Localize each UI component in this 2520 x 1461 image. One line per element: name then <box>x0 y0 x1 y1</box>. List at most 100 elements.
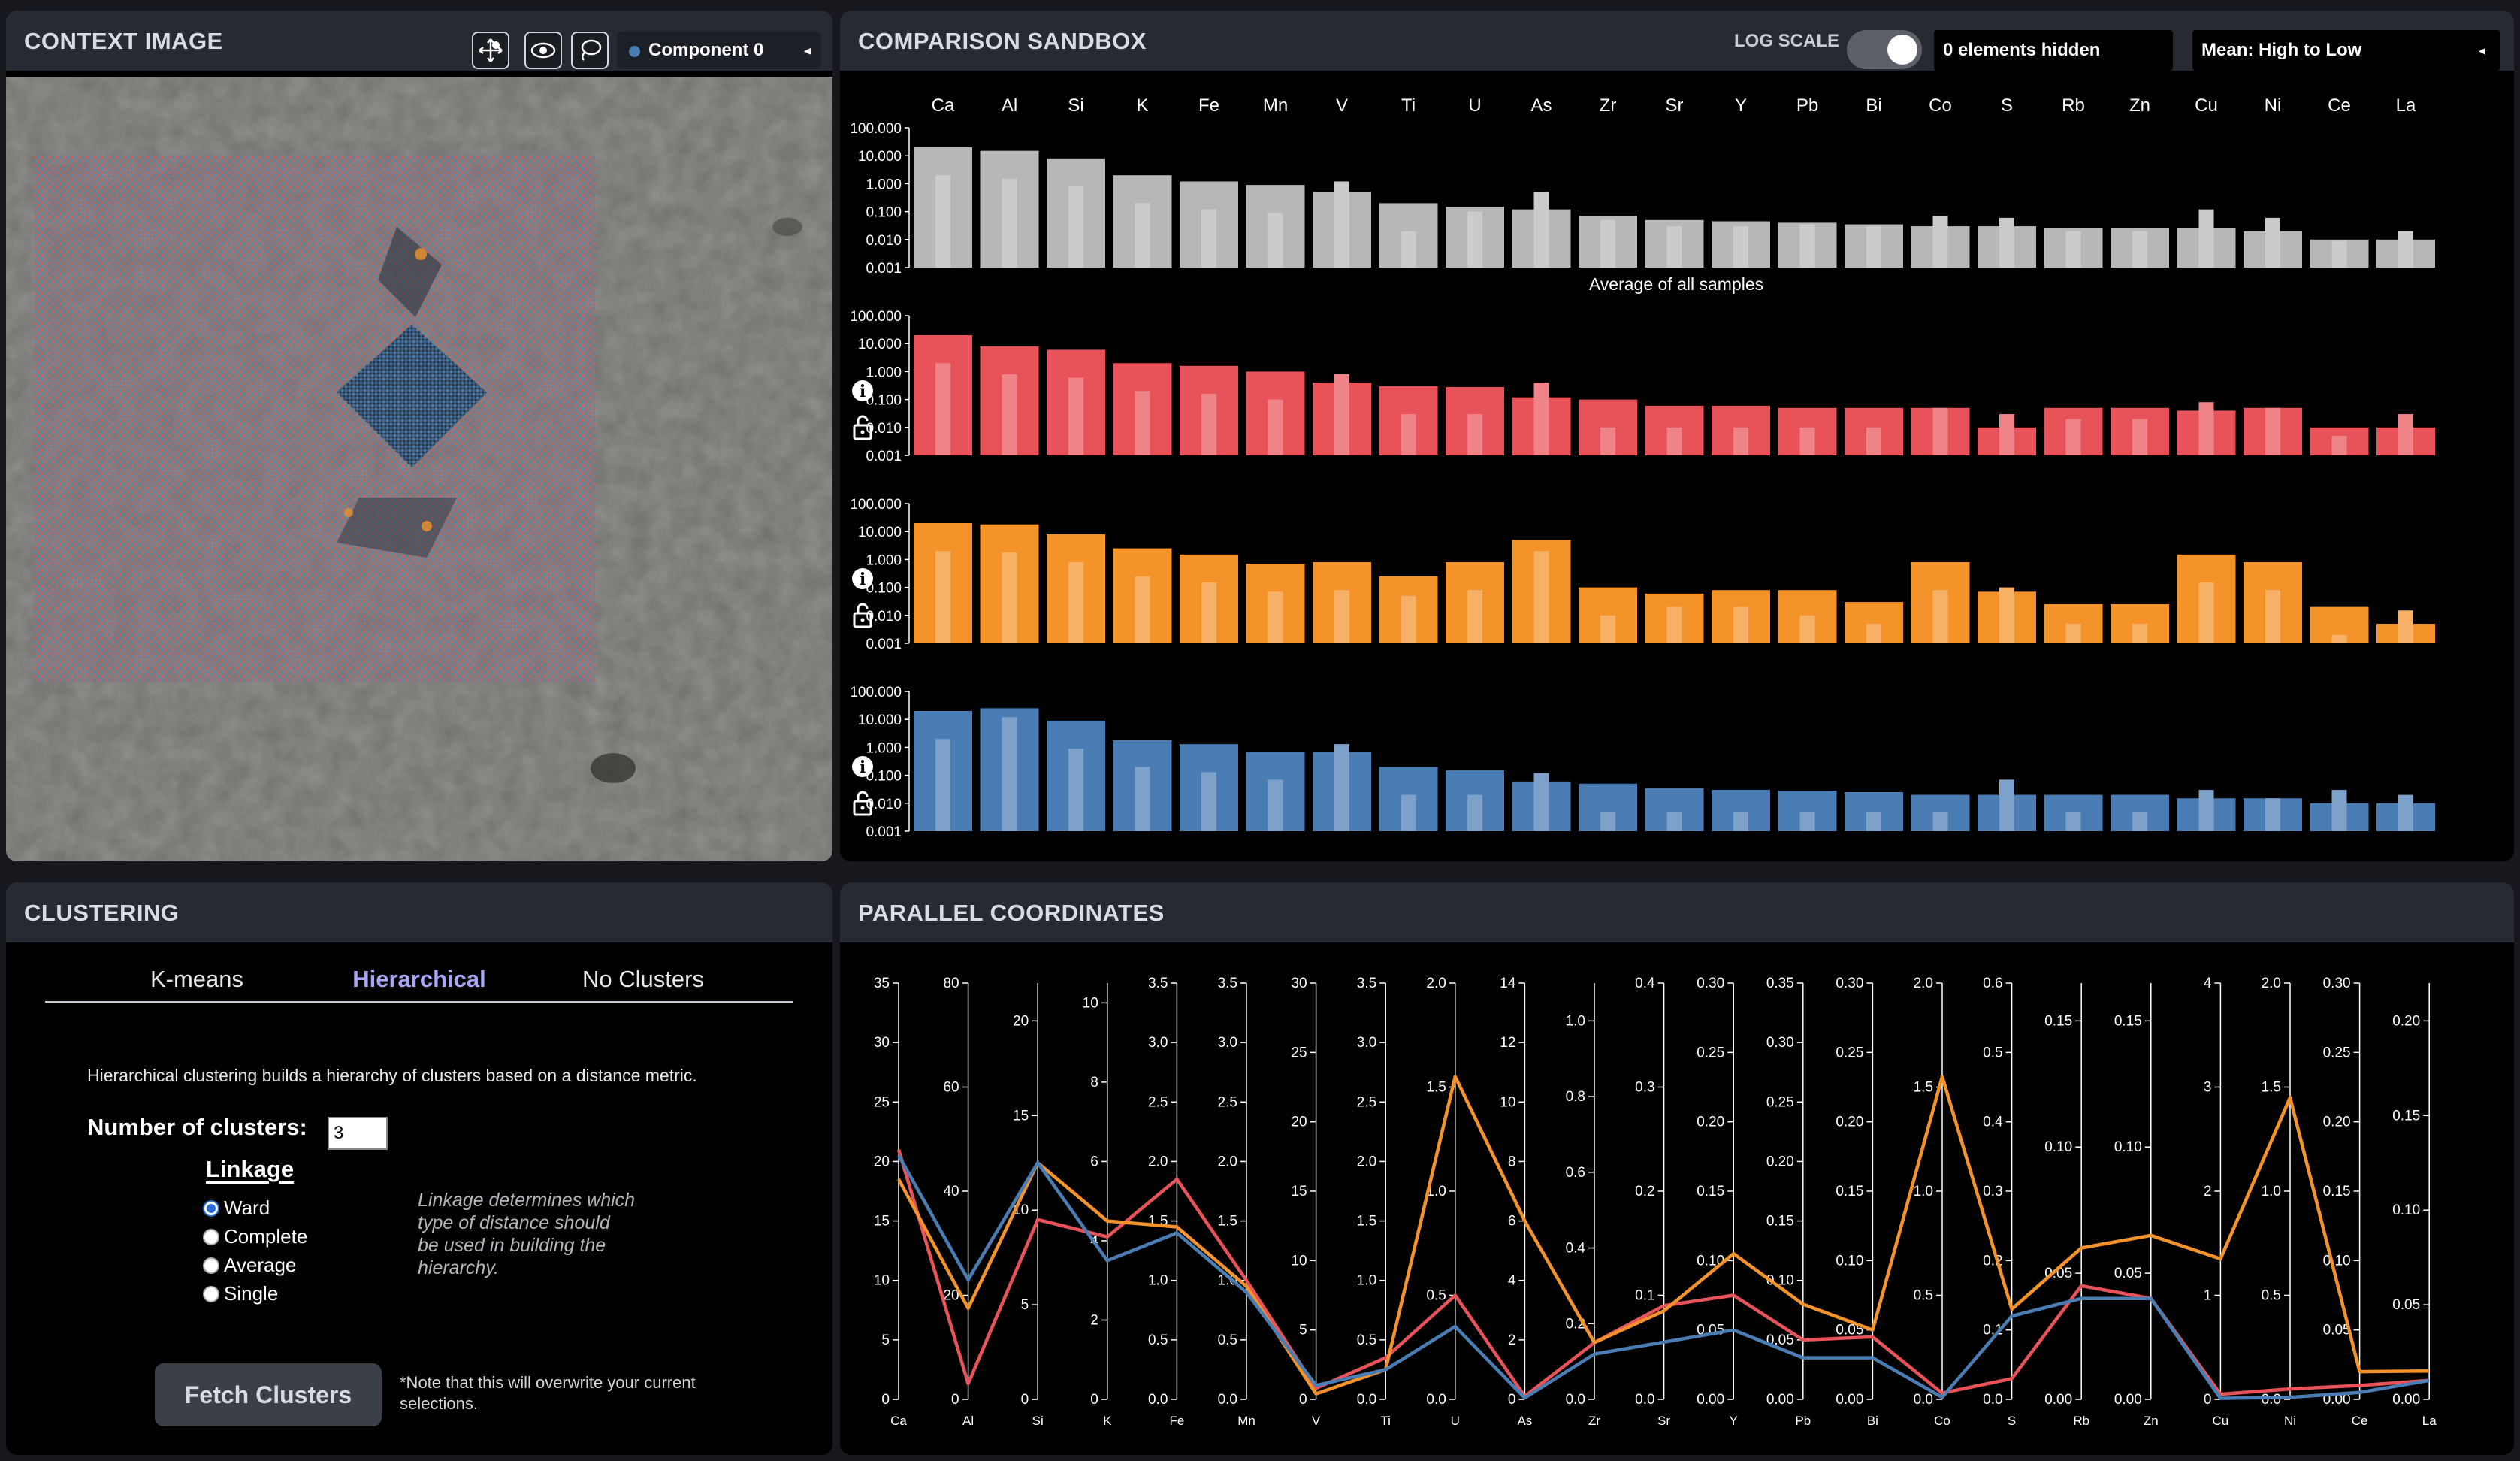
axis-tick-label: 0.25 <box>1766 1094 1794 1110</box>
axis-tick-label: 3 <box>2204 1080 2212 1096</box>
radio-button[interactable] <box>203 1229 219 1245</box>
axis-tick-label: 0.00 <box>1697 1392 1724 1408</box>
mean-bar <box>935 363 950 455</box>
element-header: As <box>1530 95 1552 116</box>
axis-tick-label: 60 <box>943 1080 959 1096</box>
axis-label: U <box>1451 1414 1460 1428</box>
axis-tick-label: 0 <box>1090 1392 1098 1408</box>
mean-bar <box>1799 615 1815 643</box>
axis-tick-label: 0.4 <box>1983 1115 2003 1130</box>
axis-tick-label: 0.25 <box>2323 1045 2351 1060</box>
mean-bar <box>2398 794 2413 831</box>
linkage-option-average[interactable]: Average <box>203 1254 296 1277</box>
axis-tick-label: 2.5 <box>1357 1094 1376 1110</box>
axis-tick-label: 5 <box>1299 1323 1307 1338</box>
axis-tick-label: 0.15 <box>1836 1184 1863 1199</box>
axis-tick-label: 3.0 <box>1148 1035 1168 1051</box>
axis-tick-label: 1.0 <box>1148 1273 1168 1289</box>
mean-bar <box>1600 219 1615 268</box>
pc-axis-U: 0.00.51.01.52.0U <box>1426 976 1460 1428</box>
eye-icon[interactable] <box>524 32 562 69</box>
element-header: S <box>2001 95 2013 116</box>
fetch-note: *Note that this will overwrite your curr… <box>400 1373 696 1413</box>
lock-hole <box>860 430 865 434</box>
element-header: Ce <box>2328 95 2351 116</box>
axis-tick-label: 0.00 <box>2044 1392 2072 1408</box>
y-tick-label: 1.000 <box>866 177 902 192</box>
mean-bar <box>1201 582 1216 643</box>
axis-tick-label: 1.0 <box>1566 1013 1585 1029</box>
chevron-left-icon: ◂ <box>2478 43 2485 58</box>
tab-no-clusters[interactable]: No Clusters <box>530 957 756 1001</box>
mean-bar <box>2398 231 2413 268</box>
pc-axis-Rb: 0.000.050.100.15Rb <box>2044 983 2089 1428</box>
fetch-clusters-button[interactable]: Fetch Clusters <box>155 1363 382 1426</box>
axis-tick-label: 0.6 <box>1566 1165 1585 1181</box>
axis-tick-label: 0.30 <box>1697 976 1724 991</box>
axis-tick-label: 15 <box>1013 1108 1029 1124</box>
move-tool-icon[interactable] <box>472 32 509 69</box>
axis-tick-label: 25 <box>874 1094 890 1110</box>
axis-tick-label: 0 <box>1508 1392 1516 1408</box>
mean-bar <box>1467 414 1482 455</box>
mean-bar <box>1467 590 1482 643</box>
element-header: Ni <box>2265 95 2282 116</box>
mean-bar <box>2065 623 2081 643</box>
radio-button[interactable] <box>203 1286 219 1302</box>
radio-button[interactable] <box>203 1257 219 1274</box>
mean-bar <box>1002 552 1017 643</box>
hidden-elements-field[interactable]: 0 elements hidden <box>1934 30 2173 71</box>
axis-tick-label: 0.00 <box>1836 1392 1863 1408</box>
y-tick-label: 100.000 <box>850 685 902 700</box>
log-scale-toggle[interactable] <box>1847 30 1922 69</box>
radio-button[interactable] <box>203 1200 219 1217</box>
y-tick-label: 0.010 <box>866 233 902 249</box>
y-tick-label: 1.000 <box>866 364 902 380</box>
axis-tick-label: 0.30 <box>1836 976 1863 991</box>
lasso-icon[interactable] <box>571 32 609 69</box>
element-header: Si <box>1068 95 1083 116</box>
pc-axis-Zn: 0.00 0.05 0.10 0.15 Zn <box>2114 983 2159 1428</box>
axis-tick-label: 10 <box>1083 995 1098 1011</box>
mean-bar <box>2132 811 2147 831</box>
linkage-option-single[interactable]: Single <box>203 1282 278 1305</box>
axis-tick-label: 0.0 <box>1357 1392 1376 1408</box>
axis-tick-label: 30 <box>874 1035 890 1051</box>
axis-tick-label: 0.35 <box>1766 976 1794 991</box>
element-header: Ca <box>932 95 955 116</box>
element-header: U <box>1468 95 1481 116</box>
axis-tick-label: 0.3 <box>1635 1080 1654 1096</box>
axis-tick-label: 0.5 <box>1148 1332 1168 1348</box>
axis-tick-label: 0.0 <box>1426 1392 1446 1408</box>
mean-bar <box>1666 226 1682 268</box>
lock-hole <box>860 806 865 810</box>
axis-tick-label: 20 <box>1291 1115 1307 1130</box>
axis-tick-label: 1.5 <box>1914 1080 1933 1096</box>
linkage-option-complete[interactable]: Complete <box>203 1225 307 1248</box>
info-icon: i <box>852 568 873 589</box>
axis-tick-label: 1.5 <box>1218 1214 1237 1230</box>
axis-tick-label: 0.20 <box>2392 1013 2420 1029</box>
component-select[interactable]: Component 0 ◂ <box>617 32 821 69</box>
linkage-option-ward[interactable]: Ward <box>203 1196 270 1220</box>
mean-bar <box>2398 414 2413 455</box>
num-clusters-input[interactable]: 3 <box>328 1117 388 1150</box>
axis-tick-label: 4 <box>1508 1273 1516 1289</box>
mean-bar <box>1467 794 1482 831</box>
axis-tick-label: 0.0 <box>1983 1392 2002 1408</box>
tab-kmeans[interactable]: K-means <box>84 957 310 1001</box>
mean-bar <box>1866 226 1881 268</box>
axis-tick-label: 20 <box>874 1154 890 1169</box>
context-image[interactable] <box>6 77 832 861</box>
clustering-header: CLUSTERING <box>6 882 832 942</box>
comparison-chart: Ca Al Si K Fe Mn V Ti U As Zr Sr Y Pb Bi Co S Rb Zn Cu Ni Ce L… <box>850 95 2435 840</box>
axis-tick-label: 3.5 <box>1148 976 1168 991</box>
bar-row-0: 100.000 10.000 1.000 0.100 0.010 0.001 Average… <box>850 121 2435 294</box>
mean-bar <box>1932 590 1948 643</box>
component-select-label: Component 0 <box>648 40 764 60</box>
mean-bar <box>2065 419 2081 455</box>
sort-select[interactable]: Mean: High to Low ◂ <box>2192 30 2500 71</box>
axis-tick-label: 2.0 <box>1426 976 1446 991</box>
tab-hierarchical[interactable]: Hierarchical <box>307 957 532 1001</box>
linkage-option-label: Complete <box>224 1225 308 1248</box>
